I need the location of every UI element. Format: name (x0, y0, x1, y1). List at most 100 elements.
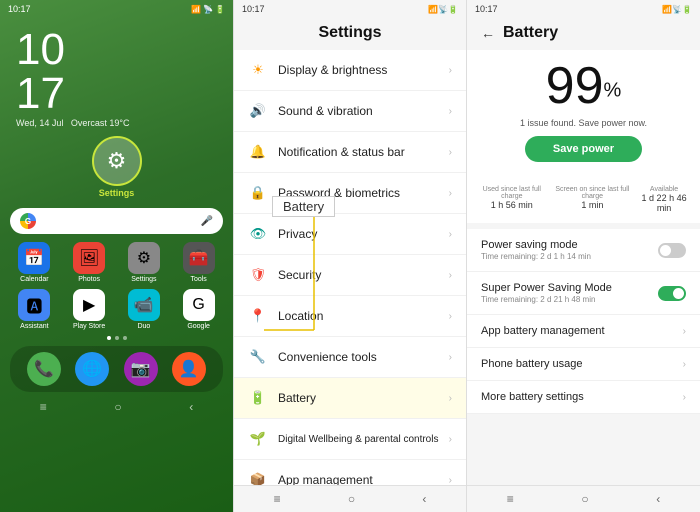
app-icon-img: 🅰 (18, 289, 50, 321)
app-calendar[interactable]: 📅 Calendar (10, 242, 59, 283)
settings-app-icon-area: ⚙ Settings (92, 136, 142, 198)
app-duo[interactable]: 📹 Duo (120, 289, 169, 330)
battery-menu-power-saving[interactable]: Power saving mode Time remaining: 2 d 1 … (467, 229, 700, 272)
battery-menu-app-management[interactable]: App battery management › (467, 315, 700, 348)
settings-item-location[interactable]: 📍 Location › (234, 296, 466, 337)
dock-camera[interactable]: 📷 (124, 352, 158, 386)
stat-used-since: Used since last full charge 1 h 56 min (475, 186, 549, 213)
settings-item-label: Convenience tools (278, 350, 439, 364)
battery-screen: 10:17 📶📡🔋 ← Battery 99% 1 issue found. S… (467, 0, 700, 512)
nav-home-icon[interactable]: ○ (114, 400, 121, 414)
save-power-button[interactable]: Save power (525, 136, 642, 162)
chevron-icon: › (449, 147, 452, 158)
stat-available: Available 1 d 22 h 46 min (636, 186, 692, 213)
settings-item-label: Security (278, 268, 439, 282)
app-grid-row1: 📅 Calendar 🖼 Photos ⚙ Settings 🧰 Tools (0, 238, 233, 287)
apps-icon: 📦 (248, 470, 268, 485)
dock-phone[interactable]: 📞 (27, 352, 61, 386)
home-clock-time: 10 17 (16, 28, 217, 116)
settings-app-icon[interactable]: ⚙ (92, 136, 142, 186)
battery-menu-phone-usage[interactable]: Phone battery usage › (467, 348, 700, 381)
mic-icon[interactable]: 🎤 (201, 216, 213, 227)
app-tools[interactable]: 🧰 Tools (174, 242, 223, 283)
dock: 📞 🌐 📷 👤 (10, 346, 223, 392)
stat-screen-on: Screen on since last full charge 1 min (549, 186, 637, 213)
app-icon-img: 📅 (18, 242, 50, 274)
dock-browser[interactable]: 🌐 (75, 352, 109, 386)
settings-item-label: App management (278, 473, 439, 485)
app-icon-img: 🖼 (73, 242, 105, 274)
battery-time: 10:17 (475, 4, 498, 14)
home-nav-bar: ≡ ○ ‹ (0, 394, 233, 420)
app-google[interactable]: G Google (174, 289, 223, 330)
google-logo: G (20, 213, 36, 229)
settings-status-icons: 📶📡🔋 (428, 5, 458, 14)
settings-item-wellbeing[interactable]: 🌱 Digital Wellbeing & parental controls … (234, 419, 466, 460)
chevron-icon: › (449, 106, 452, 117)
nav-back-icon[interactable]: ‹ (656, 492, 660, 506)
home-status-icons: 📶 📡 🔋 (191, 5, 225, 14)
nav-home-icon[interactable]: ○ (348, 492, 355, 506)
settings-item-privacy[interactable]: 👁 Privacy › (234, 214, 466, 255)
power-saving-toggle[interactable] (658, 243, 686, 258)
settings-item-label: Notification & status bar (278, 145, 439, 159)
settings-screen: 10:17 📶📡🔋 Settings ☀ Display & brightnes… (233, 0, 467, 512)
app-icon-img: G (183, 289, 215, 321)
sound-icon: 🔊 (248, 101, 268, 121)
nav-back-icon[interactable]: ‹ (189, 400, 193, 414)
app-photos[interactable]: 🖼 Photos (65, 242, 114, 283)
display-icon: ☀ (248, 60, 268, 80)
nav-menu-icon[interactable]: ≡ (507, 492, 514, 506)
convenience-icon: 🔧 (248, 347, 268, 367)
settings-item-apps[interactable]: 📦 App management › (234, 460, 466, 485)
back-arrow-icon[interactable]: ← (481, 25, 495, 41)
settings-item-sound[interactable]: 🔊 Sound & vibration › (234, 91, 466, 132)
nav-menu-icon[interactable]: ≡ (40, 400, 47, 414)
app-icon-img: ▶ (73, 289, 105, 321)
chevron-icon: › (449, 311, 452, 322)
settings-item-display[interactable]: ☀ Display & brightness › (234, 50, 466, 91)
app-assistant[interactable]: 🅰 Assistant (10, 289, 59, 330)
chevron-icon: › (683, 359, 686, 370)
chevron-icon: › (449, 434, 452, 445)
battery-status-icons: 📶📡🔋 (662, 5, 692, 14)
home-search-bar[interactable]: G 🎤 (10, 208, 223, 234)
battery-menu-super-saving[interactable]: Super Power Saving Mode Time remaining: … (467, 272, 700, 315)
app-settings[interactable]: ⚙ Settings (120, 242, 169, 283)
app-icon-img: 📹 (128, 289, 160, 321)
home-status-bar: 10:17 📶 📡 🔋 (0, 0, 233, 18)
settings-item-convenience[interactable]: 🔧 Convenience tools › (234, 337, 466, 378)
dock-contacts[interactable]: 👤 (172, 352, 206, 386)
battery-page-title: Battery (503, 24, 558, 42)
chevron-icon: › (683, 326, 686, 337)
chevron-icon: › (449, 65, 452, 76)
settings-time: 10:17 (242, 4, 265, 14)
nav-home-icon[interactable]: ○ (581, 492, 588, 506)
home-clock-date: Wed, 14 Jul Overcast 19°C (16, 118, 217, 128)
app-playstore[interactable]: ▶ Play Store (65, 289, 114, 330)
settings-status-bar: 10:17 📶📡🔋 (234, 0, 466, 18)
chevron-icon: › (449, 393, 452, 404)
battery-stats-row: Used since last full charge 1 h 56 min S… (467, 180, 700, 229)
settings-item-label: Sound & vibration (278, 104, 439, 118)
chevron-icon: › (683, 392, 686, 403)
settings-item-notification[interactable]: 🔔 Notification & status bar › (234, 132, 466, 173)
settings-item-security[interactable]: 🛡 Security › (234, 255, 466, 296)
settings-item-password[interactable]: 🔒 Password & biometrics › (234, 173, 466, 214)
chevron-icon: › (449, 229, 452, 240)
battery-menu-more-settings[interactable]: More battery settings › (467, 381, 700, 414)
password-icon: 🔒 (248, 183, 268, 203)
nav-menu-icon[interactable]: ≡ (274, 492, 281, 506)
settings-item-label: Digital Wellbeing & parental controls (278, 434, 439, 445)
battery-percent-value: 99 (546, 57, 604, 115)
settings-item-battery[interactable]: 🔋 Battery › (234, 378, 466, 419)
battery-page-header: ← Battery (467, 18, 700, 50)
page-dot (123, 336, 127, 340)
settings-page-title: Settings (234, 18, 466, 50)
super-saving-toggle[interactable] (658, 286, 686, 301)
app-grid-row2: 🅰 Assistant ▶ Play Store 📹 Duo G Google (0, 287, 233, 332)
nav-back-icon[interactable]: ‹ (422, 492, 426, 506)
chevron-icon: › (449, 352, 452, 363)
home-clock: 10 17 Wed, 14 Jul Overcast 19°C (0, 18, 233, 130)
battery-percent-area: 99% (467, 50, 700, 116)
